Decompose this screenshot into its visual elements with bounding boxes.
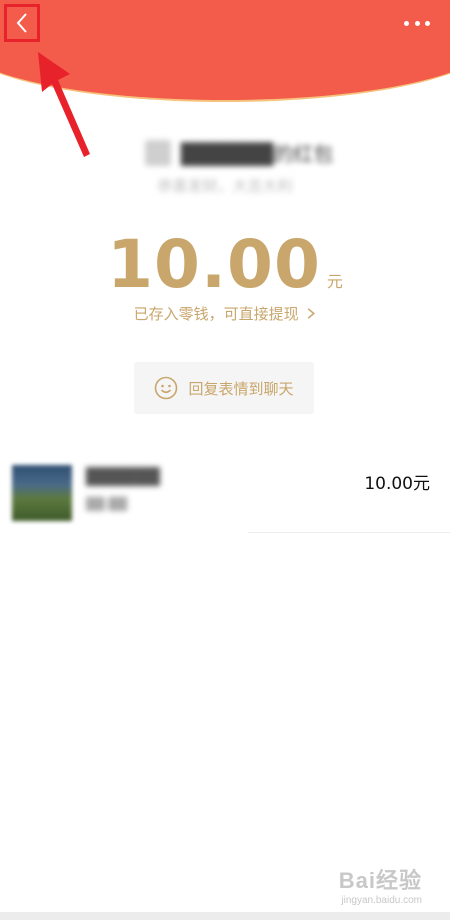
sender-name: ██████的红包 (181, 142, 334, 166)
amount-value: 10.00 (107, 226, 321, 303)
record-name: ██████ (86, 467, 160, 486)
sender-info: ██████的红包 (145, 138, 333, 167)
deposit-text: 已存入零钱，可直接提现 (133, 305, 299, 323)
chevron-right-icon (308, 308, 316, 319)
record-avatar (12, 465, 72, 521)
amount-unit: 元 (326, 272, 343, 291)
ellipsis-icon (404, 20, 409, 26)
bottom-bar (0, 912, 450, 920)
chevron-left-icon (16, 13, 27, 33)
deposit-to-change-link[interactable]: 已存入零钱，可直接提现 (0, 303, 450, 324)
annotation-arrow-icon (38, 52, 90, 157)
back-button[interactable] (4, 4, 40, 42)
record-amount: 10.00元 (364, 474, 430, 494)
smile-icon (155, 376, 178, 400)
more-options-button[interactable] (404, 16, 430, 30)
baidu-jingyan-watermark: Bai经验 jingyan.baidu.com (339, 863, 422, 906)
record-time: ██:██ (86, 497, 127, 511)
reply-label: 回复表情到聊天 (188, 379, 294, 398)
watermark-url: jingyan.baidu.com (341, 895, 422, 906)
greeting-text: 恭喜发财，大吉大利 (157, 177, 293, 195)
reply-sticker-button[interactable]: 回复表情到聊天 (134, 362, 314, 414)
watermark-brand: Bai经验 (338, 868, 422, 893)
divider (248, 532, 450, 533)
sender-avatar (145, 139, 171, 166)
amount-display: 10.00 元 (0, 225, 450, 305)
list-item[interactable]: ██████ ██:██ 10.00元 (0, 455, 450, 533)
